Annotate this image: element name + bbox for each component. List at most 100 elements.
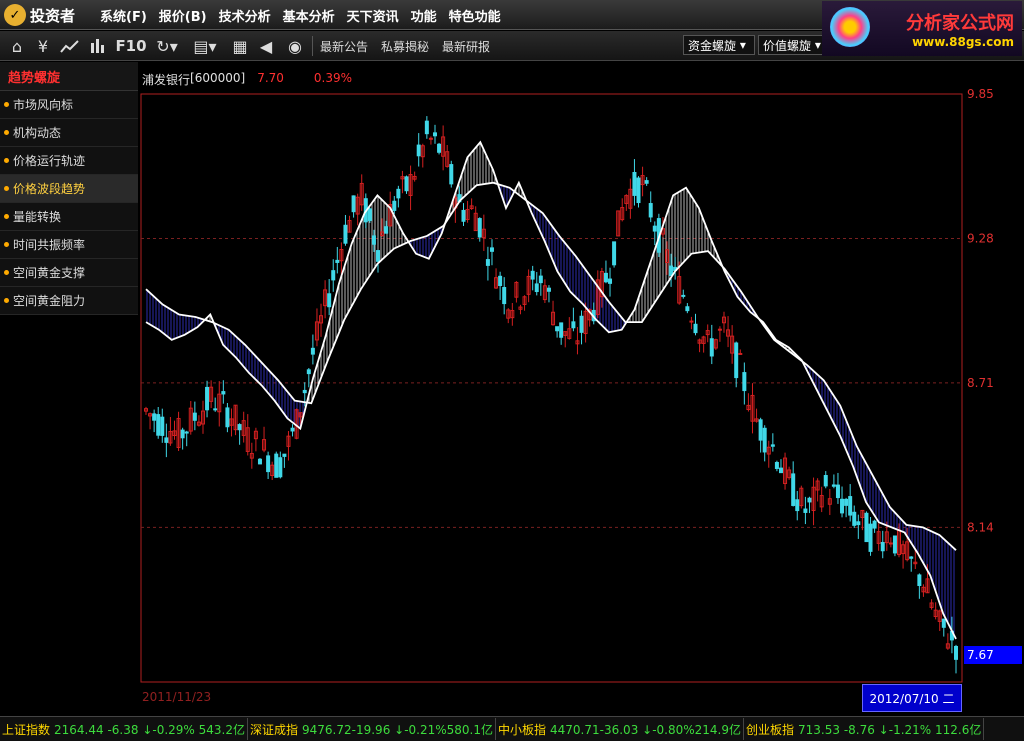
candle-body	[791, 473, 796, 506]
candle-body	[416, 144, 421, 157]
candle-body	[848, 496, 853, 516]
candle-body	[396, 188, 401, 199]
candle-body	[534, 283, 539, 293]
candle-body	[579, 315, 584, 333]
candle-body	[693, 323, 698, 334]
candle-body	[331, 270, 336, 281]
candle-body	[257, 458, 262, 465]
current-price-label: 7.67	[964, 646, 1022, 664]
candle-body	[156, 414, 161, 436]
candle-body	[571, 321, 576, 329]
index-value: 4470.71-36.03 ↓-0.80%214.9亿	[550, 722, 741, 737]
candle-body	[367, 208, 372, 221]
candle-body	[734, 342, 739, 379]
candle-body	[392, 200, 397, 211]
candle-body	[180, 429, 185, 439]
candle-body	[644, 180, 649, 184]
candle-body	[864, 512, 869, 543]
candle-body	[555, 326, 560, 332]
candle-body	[502, 287, 507, 305]
candle-body	[290, 427, 295, 432]
candle-body	[432, 132, 437, 137]
candle-body	[221, 391, 226, 395]
candle-body	[709, 338, 714, 357]
index-name: 上证指数	[2, 722, 51, 737]
y-tick-label: 9.28	[967, 231, 994, 245]
candle-body	[831, 484, 836, 487]
candle-body	[335, 259, 340, 263]
candle-body	[632, 171, 637, 196]
candle-body	[892, 535, 897, 554]
candle-body	[371, 235, 376, 245]
candle-body	[807, 497, 812, 503]
candle-body	[404, 176, 409, 192]
candle-body	[152, 413, 157, 421]
price-chart[interactable]: 9.85 9.28 8.71 8.14	[0, 0, 1024, 716]
candle-body	[428, 137, 433, 140]
candle-body	[274, 453, 279, 478]
index-status-bar: 上证指数 2164.44 -6.38 ↓-0.29% 543.2亿 深证成指 947…	[0, 716, 1024, 741]
candle-body	[652, 225, 657, 232]
candle-body	[237, 424, 242, 431]
candle-body	[778, 467, 783, 474]
candle-body	[917, 574, 922, 587]
candle-body	[538, 275, 543, 284]
candle-body	[164, 437, 169, 443]
index-sme[interactable]: 中小板指 4470.71-36.03 ↓-0.80%214.9亿	[496, 718, 744, 740]
index-shenzhen[interactable]: 深证成指 9476.72-19.96 ↓-0.21%580.1亿	[248, 718, 496, 740]
candle-body	[762, 427, 767, 453]
index-shanghai[interactable]: 上证指数 2164.44 -6.38 ↓-0.29% 543.2亿	[0, 718, 248, 740]
candle-body	[909, 556, 914, 559]
candle-body	[717, 328, 722, 331]
y-tick-label: 9.85	[967, 87, 994, 101]
candle-body	[461, 209, 466, 222]
index-name: 深证成指	[250, 722, 299, 737]
candle-body	[738, 352, 743, 355]
candle-body	[669, 265, 674, 277]
candle-body	[310, 347, 315, 355]
candle-body	[192, 412, 197, 421]
candle-body	[603, 272, 608, 283]
candle-body	[184, 431, 189, 434]
candle-body	[530, 270, 535, 280]
candle-body	[306, 369, 311, 375]
candle-body	[559, 322, 564, 338]
candle-body	[376, 250, 381, 262]
candle-body	[770, 444, 775, 447]
candle-body	[225, 407, 230, 428]
candle-body	[477, 218, 482, 238]
candle-body	[689, 320, 694, 323]
index-name: 创业板指	[746, 722, 795, 737]
candle-body	[608, 278, 613, 284]
index-name: 中小板指	[498, 722, 547, 737]
candle-body	[612, 241, 617, 266]
start-date-label: 2011/11/23	[142, 690, 212, 704]
y-tick-label: 8.14	[967, 520, 994, 534]
candle-body	[449, 164, 454, 185]
candle-body	[941, 618, 946, 628]
candle-body	[685, 306, 690, 312]
y-tick-label: 8.71	[967, 376, 994, 390]
candle-body	[835, 484, 840, 499]
candle-body	[205, 386, 210, 411]
candle-body	[498, 275, 503, 287]
candle-body	[546, 287, 551, 292]
candle-body	[823, 475, 828, 487]
candle-body	[803, 508, 808, 513]
index-chinext[interactable]: 创业板指 713.53 -8.76 ↓-1.21% 112.6亿	[744, 718, 985, 740]
candle-body	[384, 226, 389, 234]
index-value: 9476.72-19.96 ↓-0.21%580.1亿	[302, 722, 493, 737]
candle-body	[856, 521, 861, 526]
index-value: 2164.44 -6.38 ↓-0.29% 543.2亿	[54, 722, 245, 737]
candle-body	[758, 419, 763, 441]
candle-body	[351, 195, 356, 213]
candle-body	[278, 457, 283, 478]
candle-body	[266, 455, 271, 473]
candle-body	[868, 523, 873, 552]
candle-body	[343, 224, 348, 244]
candle-body	[844, 498, 849, 506]
candle-body	[954, 645, 958, 660]
candle-body	[872, 520, 877, 529]
candle-body	[888, 542, 893, 545]
candle-body	[282, 453, 287, 457]
